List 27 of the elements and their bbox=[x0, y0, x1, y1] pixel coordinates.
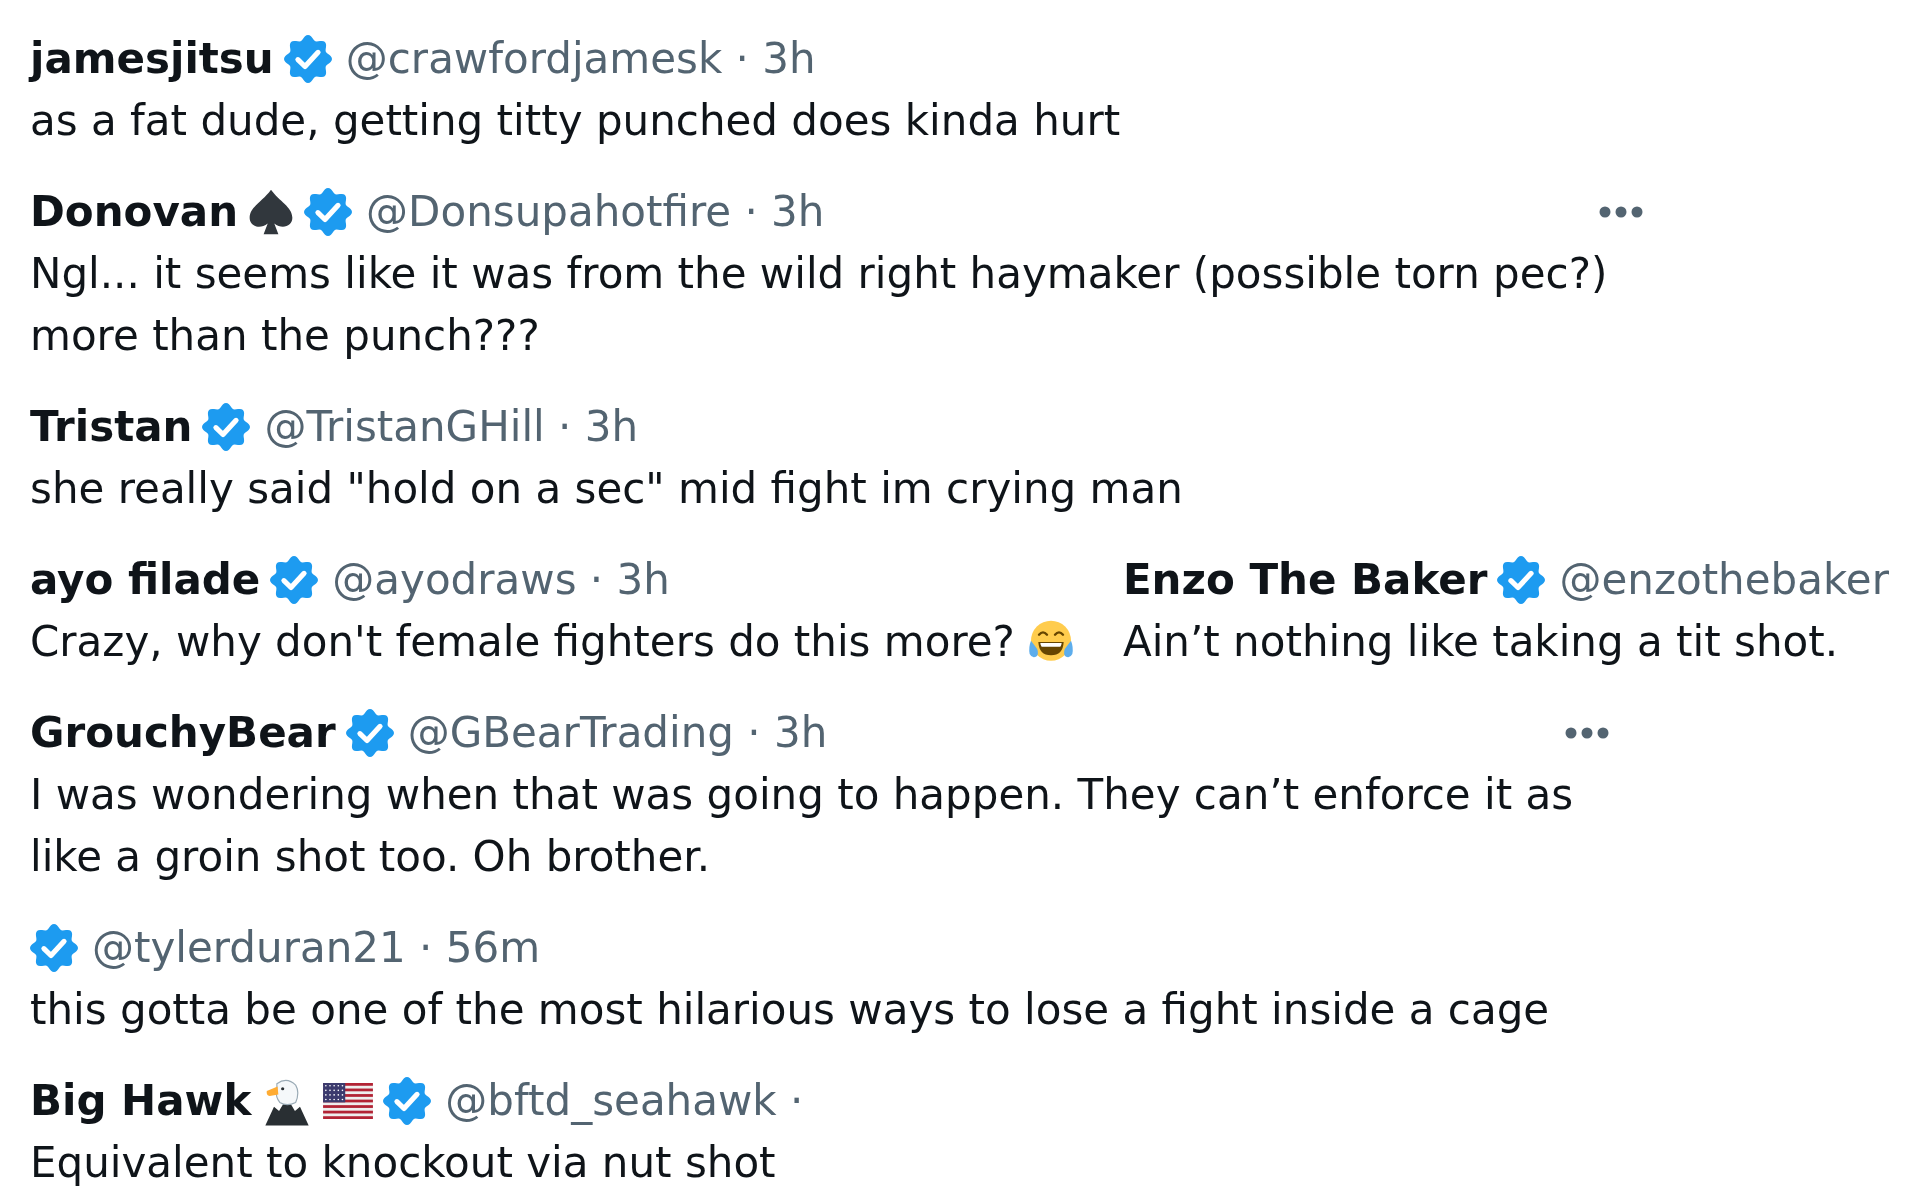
user-name[interactable]: Big Hawk bbox=[30, 1076, 252, 1126]
post-text: Equivalent to knockout via nut shot bbox=[30, 1137, 776, 1189]
more-icon bbox=[1565, 727, 1610, 739]
post-text: she really said "hold on a sec" mid fight im crying man bbox=[30, 463, 1183, 515]
spade-icon bbox=[248, 188, 295, 236]
handle-and-time[interactable]: @TristanGHill · 3h bbox=[264, 402, 639, 452]
user-name[interactable]: Donovan bbox=[30, 187, 239, 237]
handle-and-time[interactable]: @GBearTrading · 3h bbox=[407, 708, 828, 758]
handle-and-time[interactable]: @enzothebaker bbox=[1559, 555, 1889, 605]
handle-and-time[interactable]: @tylerduran21 · 56m bbox=[92, 923, 541, 973]
post-text: Ngl... it seems like it was from the wild right haymaker (possible torn pec?) more than the punch??? bbox=[30, 248, 1608, 362]
user-name[interactable]: ayo filade bbox=[30, 555, 261, 605]
flag-icon bbox=[323, 1083, 374, 1119]
handle-and-time[interactable]: @crawfordjamesk · 3h bbox=[345, 34, 816, 84]
handle-and-time[interactable]: @ayodraws · 3h bbox=[332, 555, 670, 605]
handle-and-time[interactable]: @bftd_seahawk · bbox=[445, 1076, 804, 1126]
post-text: this gotta be one of the most hilarious ways to lose a fight inside a cage bbox=[30, 984, 1550, 1036]
handle-and-time[interactable]: @Donsupahotfire · 3h bbox=[366, 187, 825, 237]
post-text: Ain’t nothing like taking a tit shot. bbox=[1122, 616, 1839, 668]
user-name[interactable]: jamesjitsu bbox=[30, 34, 274, 84]
post-text: I was wondering when that was going to happen. They can’t enforce it as like a groin shot too. Oh brother. bbox=[30, 769, 1574, 883]
user-name[interactable]: Tristan bbox=[30, 402, 193, 452]
user-name[interactable]: Enzo The Baker bbox=[1122, 555, 1488, 605]
post-text: Crazy, why don't female fighters do this more? bbox=[30, 616, 1015, 668]
user-name[interactable]: GrouchyBear bbox=[30, 708, 336, 758]
more-icon bbox=[1599, 206, 1644, 218]
post-text: as a fat dude, getting titty punched does kinda hurt bbox=[30, 95, 1121, 147]
